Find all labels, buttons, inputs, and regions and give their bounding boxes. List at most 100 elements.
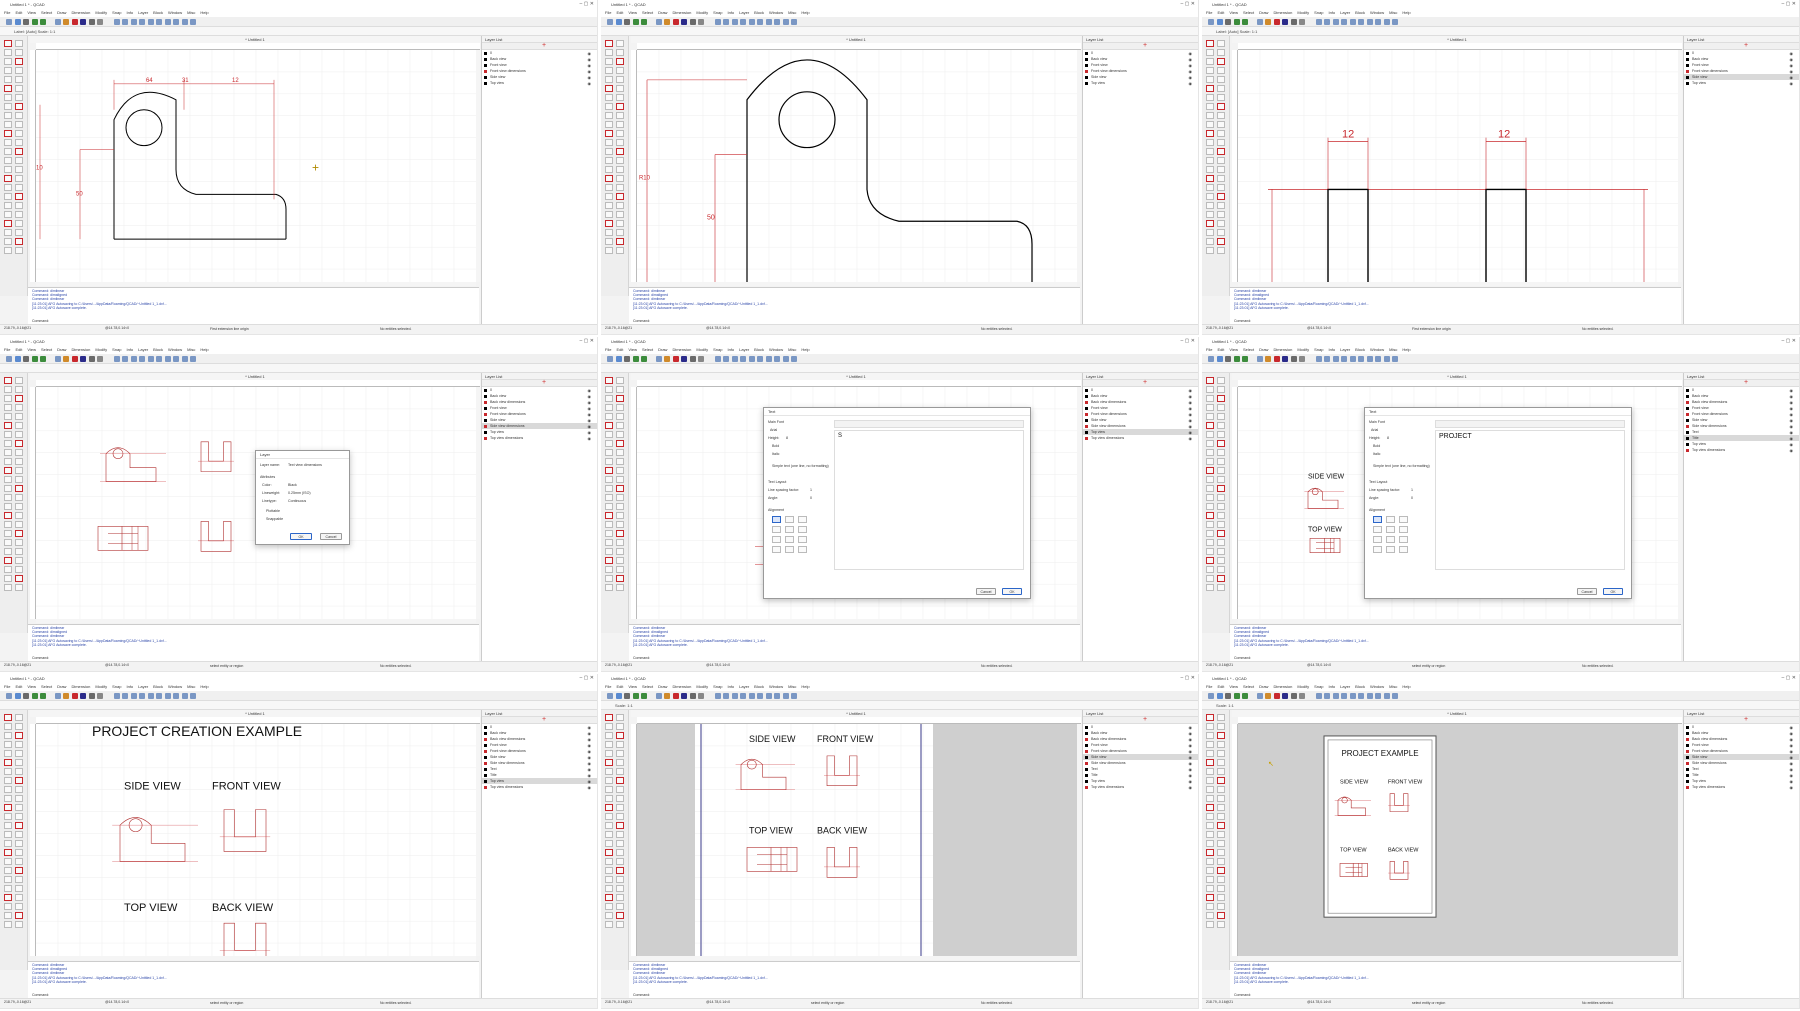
toolbar-button-icon[interactable] — [615, 19, 622, 25]
menu-modify[interactable]: Modify — [95, 347, 107, 352]
tool-icon[interactable] — [1217, 148, 1225, 155]
tool-icon[interactable] — [1206, 229, 1214, 236]
tool-icon[interactable] — [4, 58, 12, 65]
vertical-scrollbar[interactable] — [476, 50, 480, 282]
tool-icon[interactable] — [605, 184, 613, 191]
tool-icon[interactable] — [4, 714, 12, 721]
toolbar-button-icon[interactable] — [71, 693, 78, 699]
tool-icon[interactable] — [4, 903, 12, 910]
tool-icon[interactable] — [605, 431, 613, 438]
toolbar-button-icon[interactable] — [1290, 693, 1297, 699]
menu-snap[interactable]: Snap — [713, 347, 722, 352]
tool-icon[interactable] — [1206, 121, 1214, 128]
tool-icon[interactable] — [616, 921, 624, 928]
menu-layer[interactable]: Layer — [739, 347, 749, 352]
menu-block[interactable]: Block — [1355, 684, 1365, 689]
tool-icon[interactable] — [1217, 386, 1225, 393]
italic-checkbox[interactable]: Italic — [772, 452, 779, 456]
tool-icon[interactable] — [1206, 867, 1214, 874]
toolbar-button-icon[interactable] — [97, 356, 103, 362]
layer-item[interactable]: Top view dimensions ◉ — [1083, 784, 1198, 790]
tool-icon[interactable] — [15, 759, 23, 766]
tool-icon[interactable] — [605, 121, 613, 128]
toolbar-button-icon[interactable] — [765, 693, 772, 699]
menu-dimension[interactable]: Dimension — [1273, 10, 1292, 15]
tool-icon[interactable] — [616, 858, 624, 865]
linetype-select[interactable]: Continuous — [288, 499, 306, 503]
tool-icon[interactable] — [605, 467, 613, 474]
toolbar-button-icon[interactable] — [1332, 19, 1339, 25]
menu-misc[interactable]: Misc — [788, 10, 796, 15]
tool-icon[interactable] — [1217, 458, 1225, 465]
tool-icon[interactable] — [1206, 903, 1214, 910]
horizontal-scrollbar[interactable] — [1238, 956, 1678, 960]
tool-icon[interactable] — [15, 714, 23, 721]
menu-draw[interactable]: Draw — [1259, 10, 1268, 15]
tool-icon[interactable] — [1206, 894, 1214, 901]
menu-layer[interactable]: Layer — [138, 10, 148, 15]
tool-icon[interactable] — [1217, 750, 1225, 757]
menu-misc[interactable]: Misc — [1389, 684, 1397, 689]
tool-icon[interactable] — [605, 822, 613, 829]
toolbar-button-icon[interactable] — [1282, 19, 1288, 25]
toolbar-button-icon[interactable] — [40, 693, 46, 699]
menu-layer[interactable]: Layer — [138, 347, 148, 352]
tool-icon[interactable] — [15, 211, 23, 218]
toolbar-button-icon[interactable] — [31, 356, 38, 362]
tool-icon[interactable] — [1217, 58, 1225, 65]
tool-icon[interactable] — [15, 786, 23, 793]
tool-icon[interactable] — [1217, 476, 1225, 483]
tool-icon[interactable] — [4, 121, 12, 128]
tool-icon[interactable] — [605, 440, 613, 447]
add-layer-icon[interactable]: + — [542, 379, 546, 386]
tool-icon[interactable] — [616, 503, 624, 510]
menu-misc[interactable]: Misc — [788, 347, 796, 352]
tool-icon[interactable] — [616, 548, 624, 555]
toolbar-button-icon[interactable] — [731, 356, 738, 362]
menu-file[interactable]: File — [4, 10, 10, 15]
tool-icon[interactable] — [4, 557, 12, 564]
tool-icon[interactable] — [605, 548, 613, 555]
toolbar-button-icon[interactable] — [1273, 19, 1280, 25]
tool-icon[interactable] — [4, 76, 12, 83]
tool-icon[interactable] — [4, 422, 12, 429]
toolbar-button-icon[interactable] — [655, 356, 662, 362]
tool-icon[interactable] — [616, 85, 624, 92]
tool-icon[interactable] — [4, 723, 12, 730]
tool-icon[interactable] — [4, 732, 12, 739]
toolbar-button-icon[interactable] — [624, 693, 630, 699]
tool-icon[interactable] — [605, 494, 613, 501]
tool-icon[interactable] — [4, 849, 12, 856]
toolbar-button-icon[interactable] — [765, 356, 772, 362]
tool-icon[interactable] — [4, 840, 12, 847]
tool-icon[interactable] — [4, 202, 12, 209]
tool-icon[interactable] — [15, 795, 23, 802]
toolbar-button-icon[interactable] — [190, 693, 196, 699]
tool-icon[interactable] — [4, 103, 12, 110]
tool-icon[interactable] — [15, 157, 23, 164]
tool-icon[interactable] — [605, 557, 613, 564]
menu-draw[interactable]: Draw — [57, 684, 66, 689]
toolbar-button-icon[interactable] — [740, 693, 746, 699]
toolbar-button-icon[interactable] — [1256, 19, 1263, 25]
tool-icon[interactable] — [1206, 220, 1214, 227]
tool-icon[interactable] — [605, 202, 613, 209]
tool-icon[interactable] — [1217, 404, 1225, 411]
menu-block[interactable]: Block — [153, 347, 163, 352]
tool-icon[interactable] — [15, 750, 23, 757]
horizontal-scrollbar[interactable] — [637, 956, 1077, 960]
toolbar-button-icon[interactable] — [791, 19, 797, 25]
tool-icon[interactable] — [1217, 377, 1225, 384]
tool-icon[interactable] — [1206, 539, 1214, 546]
tool-icon[interactable] — [1206, 786, 1214, 793]
tool-icon[interactable] — [15, 894, 23, 901]
tool-icon[interactable] — [616, 840, 624, 847]
toolbar-button-icon[interactable] — [14, 356, 21, 362]
tool-icon[interactable] — [1206, 557, 1214, 564]
tool-icon[interactable] — [1217, 193, 1225, 200]
tool-icon[interactable] — [4, 440, 12, 447]
tool-icon[interactable] — [616, 530, 624, 537]
command-input[interactable]: Command: — [1234, 993, 1251, 997]
tool-icon[interactable] — [616, 485, 624, 492]
tool-icon[interactable] — [1217, 786, 1225, 793]
